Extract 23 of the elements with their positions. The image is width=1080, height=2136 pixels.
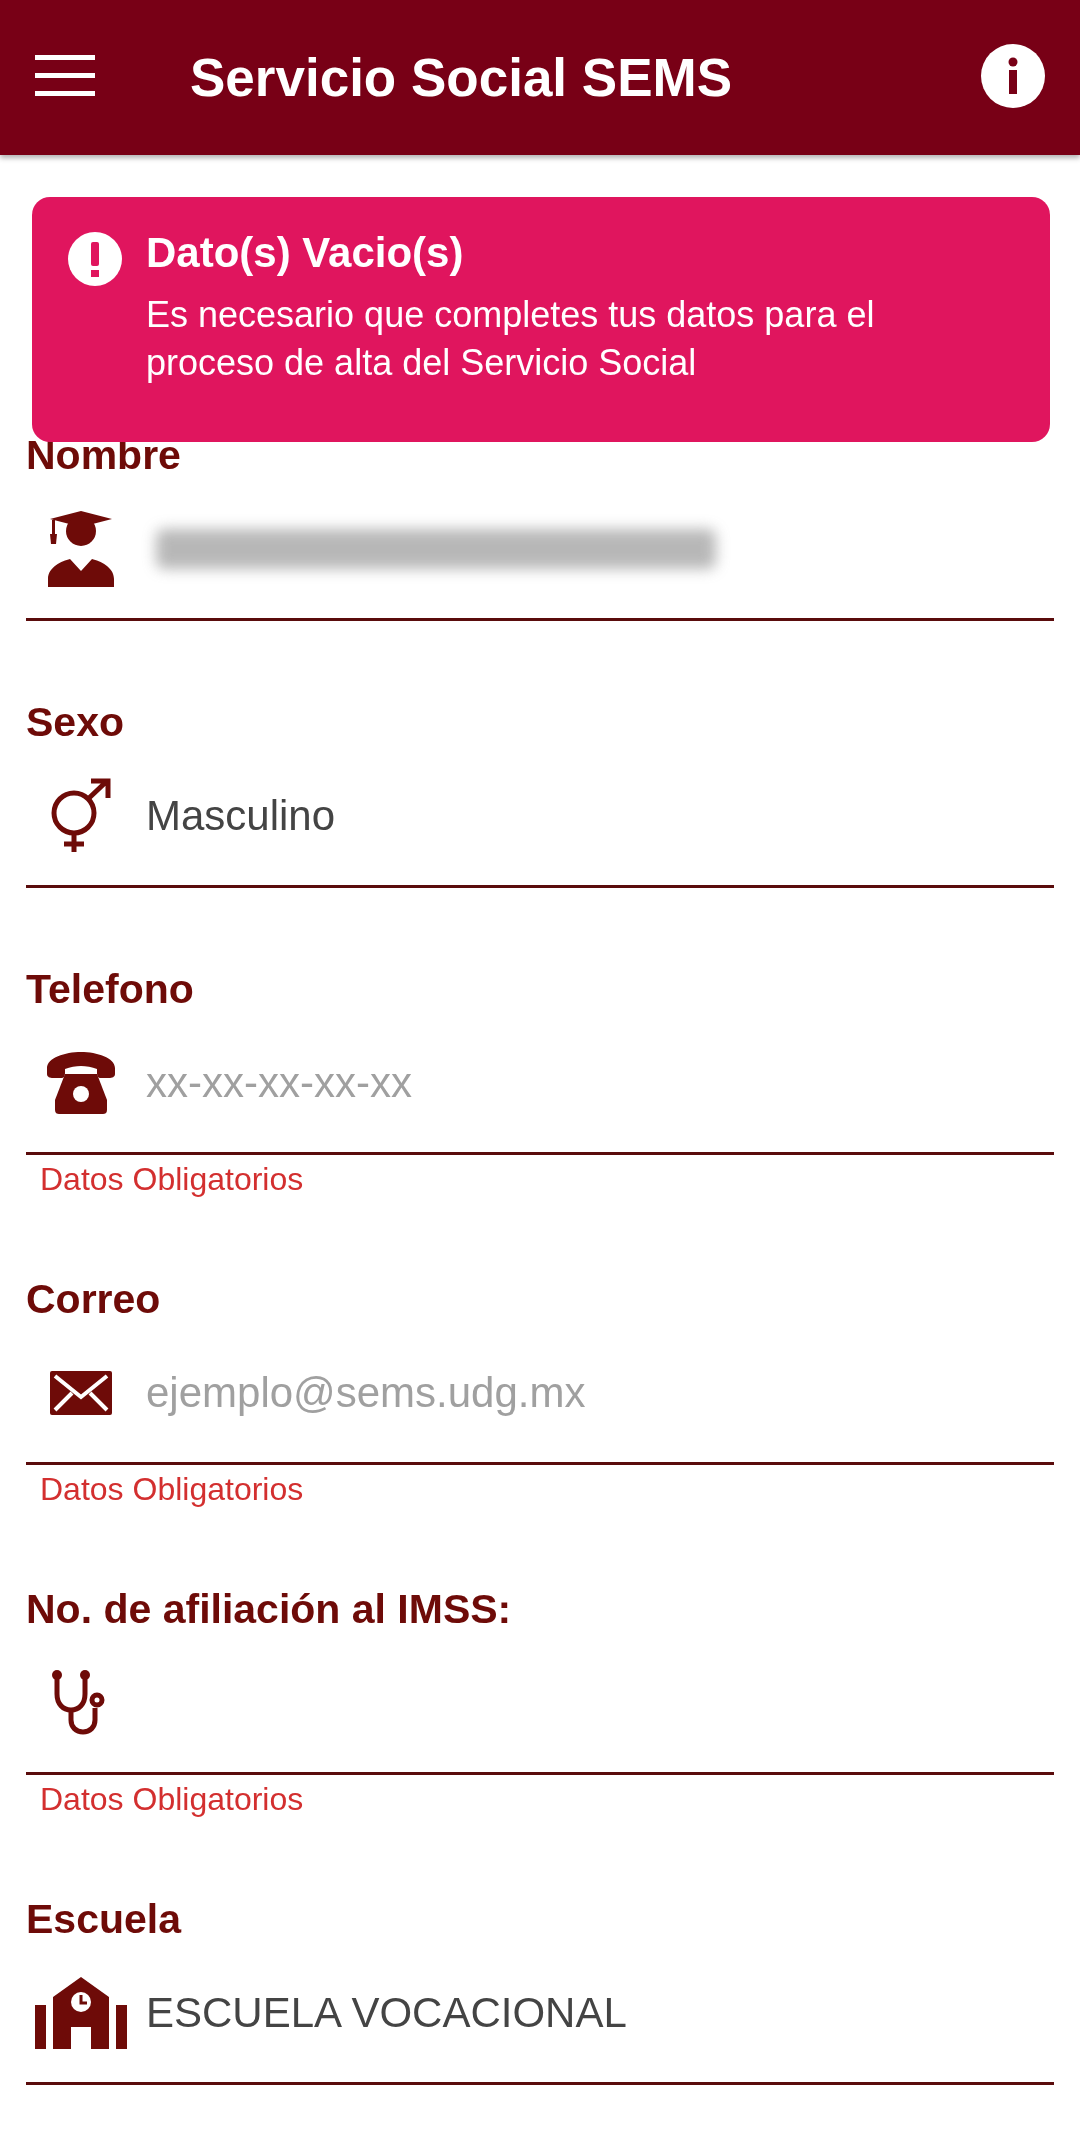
input-field[interactable]: Masculino xyxy=(136,786,1054,846)
field-label: Correo xyxy=(26,1275,162,1324)
field-label: No. de afiliación al IMSS: xyxy=(26,1585,513,1634)
toast-title: Dato(s) Vacio(s) xyxy=(146,228,465,278)
info-icon[interactable] xyxy=(981,44,1045,111)
gender-icon xyxy=(49,778,113,854)
field-label: Telefono xyxy=(26,965,195,1014)
school-icon xyxy=(35,1977,127,2049)
error-message: Datos Obligatorios xyxy=(39,1160,305,1199)
app-title: Servicio Social SEMS xyxy=(190,47,733,108)
toast-message: Es necesario que completes tus datos para el proceso de alta del Servicio Social xyxy=(146,293,876,385)
field-label: Nombre xyxy=(26,431,182,480)
envelope-icon xyxy=(50,1371,112,1415)
graduate-icon xyxy=(46,511,116,587)
field-label: Sexo xyxy=(26,698,125,747)
input-field[interactable]: xx-xx-xx-xx-xx xyxy=(136,1053,1054,1113)
input-field[interactable]: ESCUELA VOCACIONAL xyxy=(136,1983,1054,2043)
error-message: Datos Obligatorios xyxy=(39,1470,305,1509)
warning-icon xyxy=(68,232,122,286)
phone-icon xyxy=(45,1052,117,1114)
field-label: Escuela xyxy=(26,1895,183,1944)
error-message: Datos Obligatorios xyxy=(39,1780,305,1819)
input-field[interactable]: ejemplo@sems.udg.mx xyxy=(136,1363,1054,1423)
